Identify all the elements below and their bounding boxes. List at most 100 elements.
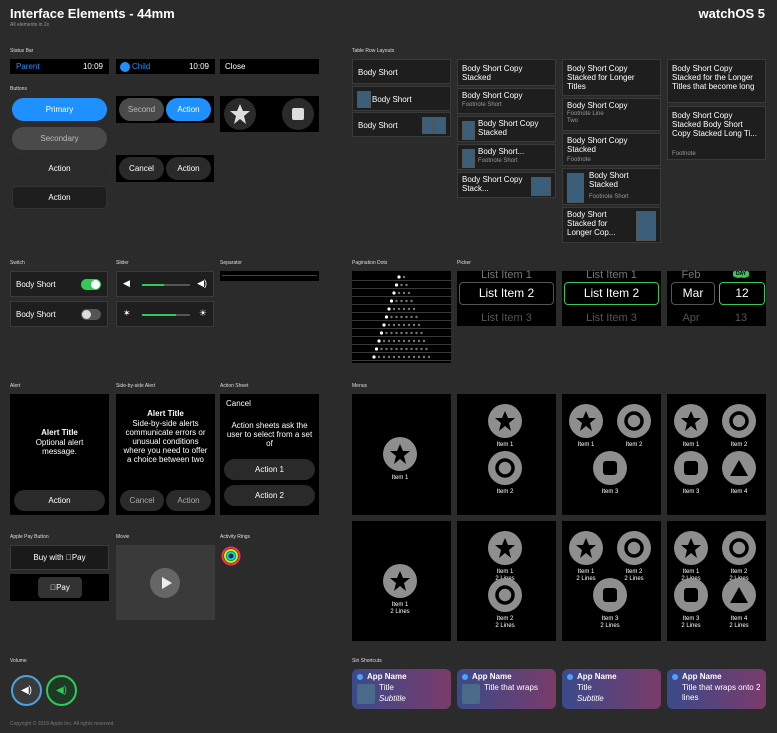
action-button[interactable]: Action [166, 157, 211, 180]
page-dot [380, 347, 383, 351]
slider-track[interactable] [142, 284, 190, 286]
siri-shortcut-card[interactable]: App Name Title Subtitle [562, 669, 661, 709]
circle-icon[interactable] [722, 404, 756, 438]
second-button[interactable]: Second [119, 98, 164, 121]
slider-track[interactable] [142, 314, 190, 316]
square-icon[interactable] [593, 578, 627, 612]
secondary-button[interactable]: Secondary [12, 127, 107, 150]
siri-shortcut-card[interactable]: App Name Title that wraps onto 2 lines [667, 669, 766, 709]
toggle-switch-on[interactable] [81, 279, 101, 290]
table-row[interactable]: Body Short... Footnote Short [457, 144, 556, 170]
picker-selected[interactable]: List Item 2 [459, 282, 554, 305]
close-button[interactable]: Close [225, 62, 245, 71]
back-chevron-icon[interactable] [120, 62, 130, 72]
star-icon[interactable] [224, 98, 256, 130]
star-icon[interactable] [569, 531, 603, 565]
page-dot [412, 307, 416, 311]
page-dot [415, 315, 418, 319]
page-dot [387, 339, 391, 343]
star-icon[interactable] [674, 404, 708, 438]
table-row[interactable]: Body Short Copy Stacked [457, 116, 556, 142]
circle-icon[interactable] [488, 578, 522, 612]
picker-panel: List Item 1 List Item 2 List Item 3 [457, 269, 556, 326]
toggle-switch-off[interactable] [81, 309, 101, 320]
circle-icon[interactable] [617, 531, 651, 565]
status-bar-modal: Close [220, 59, 319, 74]
month-picker[interactable]: Mar [671, 282, 715, 305]
page-dot [427, 355, 431, 359]
siri-shortcut-card[interactable]: App Name Title that wraps [457, 669, 556, 709]
menu-item-label: Item 2 [496, 489, 514, 495]
cancel-button[interactable]: Cancel [120, 490, 164, 511]
table-row[interactable]: Body Short Copy Footnote Line Two [562, 98, 661, 131]
circle-icon[interactable] [722, 531, 756, 565]
star-icon[interactable] [383, 564, 417, 598]
circle-icon[interactable] [617, 404, 651, 438]
row-text: Body Short Stacked [589, 171, 629, 189]
square-icon[interactable] [674, 451, 708, 485]
square-icon[interactable] [674, 578, 708, 612]
table-row[interactable]: Body Short [352, 86, 451, 111]
cancel-button[interactable]: Cancel [119, 157, 164, 180]
star-icon[interactable] [569, 404, 603, 438]
menu-item-label: Item 3 [601, 489, 619, 495]
table-row[interactable]: Body Short Copy Stacked for the Longer T… [667, 59, 766, 103]
circle-icon[interactable] [488, 451, 522, 485]
star-icon[interactable] [383, 437, 417, 471]
action-button[interactable]: Action [12, 157, 107, 180]
switch-row-on[interactable]: Body Short [10, 271, 108, 297]
picker-selected[interactable]: List Item 2 [564, 282, 659, 305]
triangle-icon[interactable] [722, 578, 756, 612]
row-text: Body Short Copy Stacked for Longer Title… [567, 64, 635, 91]
switch-row-off[interactable]: Body Short [10, 301, 108, 327]
page-dot [405, 299, 408, 303]
table-row[interactable]: Body Short Stacked Footnote Short [562, 168, 661, 205]
table-row[interactable]: Body Short [352, 59, 451, 84]
action-2-button[interactable]: Action 2 [224, 485, 315, 506]
star-icon[interactable] [674, 531, 708, 565]
cancel-button[interactable]: Cancel [226, 399, 251, 408]
table-row[interactable]: Body Short Copy Stacked [457, 59, 556, 86]
action-button[interactable]: Action [12, 186, 107, 209]
page-dot [385, 347, 388, 351]
page-dot [407, 339, 411, 343]
row-text: Body Short Copy Stacked for the Longer T… [672, 64, 755, 91]
volume-slider[interactable]: ◀ ◀) [116, 271, 214, 297]
square-icon[interactable] [593, 451, 627, 485]
stop-icon[interactable] [282, 98, 314, 130]
back-link[interactable]: Parent [16, 62, 40, 71]
table-row[interactable]: Body Short Copy Stacked Footnote [562, 133, 661, 166]
action-button[interactable]: Action [166, 490, 211, 511]
page-dot [392, 355, 396, 359]
brightness-slider[interactable]: ✶ ☀ [116, 301, 214, 327]
apple-pay-button[interactable]: Pay [38, 577, 82, 598]
action-1-button[interactable]: Action 1 [224, 459, 315, 480]
menu-screen: Item 12 Lines [352, 521, 451, 641]
triangle-icon[interactable] [722, 451, 756, 485]
volume-active-icon[interactable]: ◀) [46, 675, 77, 706]
table-row[interactable]: Body Short Copy Stack... [457, 172, 556, 198]
star-icon[interactable] [488, 531, 522, 565]
siri-shortcut-card[interactable]: App Name Title Subtitle [352, 669, 451, 709]
primary-button[interactable]: Primary [12, 98, 107, 121]
alert-action-button[interactable]: Action [14, 490, 105, 511]
action-button[interactable]: Action [166, 98, 211, 121]
table-row[interactable]: Body Short Stacked for Longer Cop... [562, 207, 661, 243]
movie-player[interactable] [116, 545, 215, 620]
table-row[interactable]: Body Short Copy Stacked for Longer Title… [562, 59, 661, 96]
page-dot [402, 355, 406, 359]
apple-pay-container: Pay [10, 574, 109, 601]
table-row[interactable]: Body Short Copy Stacked Body Short Copy … [667, 106, 766, 160]
table-row[interactable]: Body Short [352, 112, 451, 137]
page-dot [397, 307, 401, 311]
star-icon[interactable] [488, 404, 522, 438]
day-picker[interactable]: 12 [719, 282, 765, 305]
buy-with-apple-pay-button[interactable]: Buy with Pay [10, 545, 109, 570]
volume-icon[interactable]: ◀) [11, 675, 42, 706]
play-icon[interactable] [150, 568, 180, 598]
table-row[interactable]: Body Short Copy Footnote Short [457, 88, 556, 114]
row-text: Body Short Copy Stacked [462, 64, 523, 82]
section-label: Status Bar [10, 48, 34, 54]
alert-message: Side-by-side alerts communicate errors o… [123, 419, 208, 464]
back-link[interactable]: Child [132, 62, 150, 71]
